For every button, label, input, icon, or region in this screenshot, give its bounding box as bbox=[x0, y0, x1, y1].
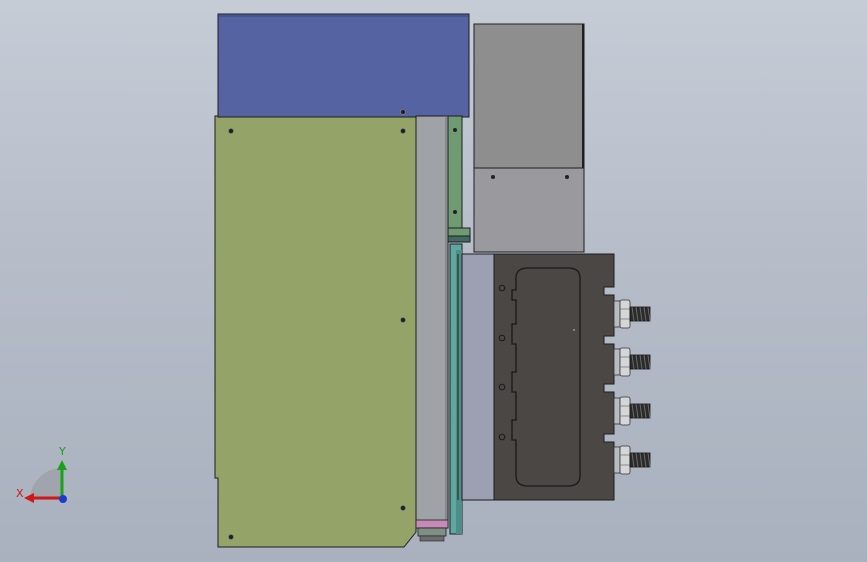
bracket-base bbox=[447, 235, 471, 243]
teal-mount-plate[interactable] bbox=[449, 243, 463, 535]
gripper-housing[interactable] bbox=[493, 253, 615, 501]
air-fitting bbox=[613, 396, 651, 426]
main-side-panel[interactable] bbox=[214, 115, 417, 548]
top-motor-block[interactable] bbox=[217, 13, 470, 118]
cad-viewport[interactable]: Y X bbox=[0, 0, 867, 562]
rail-foot bbox=[419, 535, 445, 542]
block-hole bbox=[400, 109, 406, 115]
x-axis-arrowhead bbox=[24, 493, 34, 503]
rail-end-cap bbox=[417, 527, 447, 537]
housing-dot bbox=[573, 329, 575, 331]
bracket-foot bbox=[447, 227, 471, 237]
air-fitting bbox=[613, 347, 651, 377]
bar-hole bbox=[453, 128, 457, 132]
pink-spacer-strip bbox=[415, 519, 449, 529]
cad-model-drawing: Y X bbox=[16, 13, 651, 548]
coordinate-triad: Y X bbox=[16, 445, 67, 503]
y-axis-label: Y bbox=[58, 445, 66, 458]
air-fitting bbox=[613, 445, 651, 475]
bar-hole bbox=[453, 210, 457, 214]
upper-gray-housing[interactable] bbox=[473, 23, 585, 253]
air-fitting bbox=[613, 299, 651, 329]
pneumatic-fittings bbox=[613, 299, 651, 475]
green-bracket-bar[interactable] bbox=[447, 115, 471, 243]
lavender-adapter-plate[interactable] bbox=[457, 253, 495, 501]
z-axis-dot bbox=[59, 495, 67, 503]
housing-hole bbox=[491, 175, 495, 179]
housing-hole bbox=[565, 175, 569, 179]
y-axis-arrowhead bbox=[57, 460, 67, 470]
gray-guide-rail[interactable] bbox=[415, 115, 449, 542]
x-axis-label: X bbox=[16, 487, 24, 500]
triad-plane bbox=[30, 468, 62, 500]
